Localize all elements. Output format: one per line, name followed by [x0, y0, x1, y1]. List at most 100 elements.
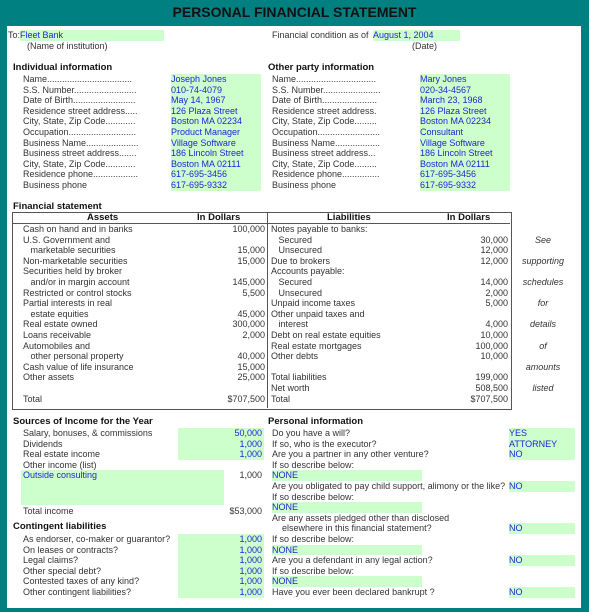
- asset-label: U.S. Government and: [23, 234, 111, 245]
- contingent-row: As endorser, co-maker or guarantor? 1,000: [23, 534, 264, 545]
- pledged-answer[interactable]: NO: [509, 523, 575, 534]
- schedule-note: amounts: [525, 361, 561, 372]
- defendant-desc-field[interactable]: NONE: [272, 576, 422, 587]
- liability-value: 12,000: [480, 255, 508, 266]
- individual-city-field[interactable]: Boston MA 02234: [171, 116, 261, 127]
- individual-dob-field[interactable]: May 14, 1967: [171, 95, 261, 106]
- financial-row: Non-marketable securities 15,000 Due to br…: [12, 256, 589, 267]
- other-business-street-field[interactable]: 186 Lincoln Street: [420, 148, 510, 159]
- partner-desc-field[interactable]: NONE: [272, 470, 422, 481]
- financial-row: Cash on hand and in banks 100,000 Notes pa…: [12, 224, 589, 235]
- asset-label: other personal property: [23, 351, 124, 362]
- other-business-name-field[interactable]: Village Software: [420, 138, 510, 149]
- pledged-desc-field[interactable]: NONE: [272, 544, 422, 556]
- dividends-field[interactable]: 1,000: [239, 439, 262, 450]
- liability-value: 30,000: [480, 234, 508, 245]
- other-city-field[interactable]: Boston MA 02234: [420, 116, 510, 127]
- label: S.S. Number.......................: [272, 84, 380, 95]
- asset-value: 100,000: [232, 224, 265, 234]
- asset-value: 300,000: [232, 319, 265, 330]
- asset-label: Real estate owned: [23, 319, 98, 330]
- label: Occupation.........................: [272, 126, 380, 137]
- asset-label: estate equities: [23, 308, 89, 319]
- contingent-value-field[interactable]: 1,000: [239, 555, 262, 566]
- label: Residence street address.....: [23, 105, 138, 116]
- institution-field[interactable]: Fleet Bank: [20, 30, 164, 41]
- support-desc-field[interactable]: NONE: [272, 502, 422, 513]
- other-business-city-field[interactable]: Boston MA 02111: [420, 159, 510, 170]
- contingent-value-field[interactable]: 1,000: [239, 566, 262, 577]
- contingent-label: Legal claims?: [23, 555, 79, 566]
- liability-value: 199,000: [475, 372, 508, 383]
- contingent-value-field[interactable]: 1,000: [239, 587, 262, 598]
- partner-answer[interactable]: NO: [509, 449, 575, 460]
- contingent-heading: Contingent liabilities: [13, 521, 107, 532]
- individual-business-name-field[interactable]: Village Software: [171, 138, 261, 149]
- liability-label: Secured: [271, 234, 313, 245]
- individual-street-field[interactable]: 126 Plaza Street: [171, 106, 261, 117]
- executor-answer[interactable]: ATTORNEY: [509, 438, 575, 450]
- income-label: Real estate income: [23, 449, 101, 460]
- individual-ssn-field[interactable]: 010-74-4079: [171, 85, 261, 96]
- financial-row: Real estate owned 300,000 interest 4,000 de…: [12, 319, 589, 330]
- other-occupation-field[interactable]: Consultant: [420, 127, 510, 138]
- individual-residence-phone-field[interactable]: 617-695-3456: [171, 169, 261, 180]
- other-dob-field[interactable]: March 23, 1968: [420, 95, 510, 106]
- financial-row: Net worth 508,500 listed: [12, 383, 589, 394]
- other-income-desc-field[interactable]: Outside consulting: [21, 470, 224, 505]
- liability-label: Total liabilities: [271, 372, 327, 383]
- contingent-value-field[interactable]: 1,000: [239, 545, 262, 556]
- personal-heading: Personal information: [268, 416, 364, 427]
- other-name-field[interactable]: Mary Jones: [420, 74, 510, 85]
- individual-business-city-field[interactable]: Boston MA 02111: [171, 159, 261, 170]
- individual-name-field[interactable]: Joseph Jones: [171, 74, 261, 85]
- other-income-label: Other income (list): [23, 459, 97, 470]
- asset-value: $707,500: [227, 393, 265, 404]
- assets-header: Assets: [87, 212, 119, 223]
- individual-occupation-field[interactable]: Product Manager: [171, 127, 261, 138]
- individual-business-street-field[interactable]: 186 Lincoln Street: [171, 148, 261, 159]
- liability-value: 10,000: [480, 351, 508, 362]
- will-answer[interactable]: YES: [509, 428, 575, 439]
- support-answer[interactable]: NO: [509, 481, 575, 492]
- asset-value: 2,000: [242, 329, 265, 340]
- individual-business-phone-field[interactable]: 617-695-9332: [171, 180, 261, 191]
- liability-label: Unpaid income taxes: [271, 298, 356, 309]
- asset-value: 15,000: [237, 255, 265, 266]
- executor-question: If so, who is the executor?: [272, 438, 377, 449]
- total-income-value: $53,000: [229, 506, 262, 516]
- other-income-value[interactable]: 1,000: [224, 470, 262, 481]
- asset-value: 15,000: [237, 245, 265, 256]
- financial-row: Securities held by broker Accounts payabl…: [12, 266, 589, 277]
- real-estate-income-field[interactable]: 1,000: [239, 449, 262, 460]
- asset-label: Cash value of life insurance: [23, 361, 134, 372]
- other-street-field[interactable]: 126 Plaza Street: [420, 106, 510, 117]
- asset-label: Cash on hand and in banks: [23, 224, 133, 234]
- other-business-phone-field[interactable]: 617-695-9332: [420, 180, 510, 191]
- asset-label: Partial interests in real: [23, 298, 113, 309]
- contingent-value-field[interactable]: 1,000: [239, 534, 262, 545]
- financial-row: marketable securities 15,000 Unsecured 12,…: [12, 245, 589, 256]
- financial-row: Cash value of life insurance 15,000 amount…: [12, 362, 589, 373]
- total-income-label: Total income: [23, 506, 74, 516]
- personal-questions: Do you have a will? If so, who is the ex…: [272, 428, 512, 598]
- financial-row: Automobiles and Real estate mortgages 100,…: [12, 341, 589, 352]
- liability-value: 508,500: [475, 382, 508, 393]
- salary-field[interactable]: 50,000: [234, 428, 262, 439]
- contingent-label: On leases or contracts?: [23, 544, 119, 555]
- financial-row: Loans receivable 2,000 Debt on real estate…: [12, 330, 589, 341]
- liability-value: 4,000: [485, 319, 508, 330]
- financial-row: and/or in margin account 145,000 Secured 1…: [12, 277, 589, 288]
- partner-question: Are you a partner in any other venture?: [272, 449, 429, 460]
- other-ssn-field[interactable]: 020-34-4567: [420, 85, 510, 96]
- pledged-question-cont: elsewhere in this financial statement?: [282, 523, 432, 534]
- asset-label: Other assets: [23, 372, 75, 383]
- contingent-row: Contested taxes of any kind? 1,000: [23, 576, 264, 587]
- contingent-value-field[interactable]: 1,000: [239, 576, 262, 587]
- condition-date-field[interactable]: August 1, 2004: [373, 30, 460, 41]
- bankrupt-answer[interactable]: NO: [509, 587, 575, 598]
- other-residence-phone-field[interactable]: 617-695-3456: [420, 169, 510, 180]
- defendant-answer[interactable]: NO: [509, 555, 575, 566]
- liability-value: 12,000: [480, 245, 508, 256]
- contingent-label: Contested taxes of any kind?: [23, 576, 140, 587]
